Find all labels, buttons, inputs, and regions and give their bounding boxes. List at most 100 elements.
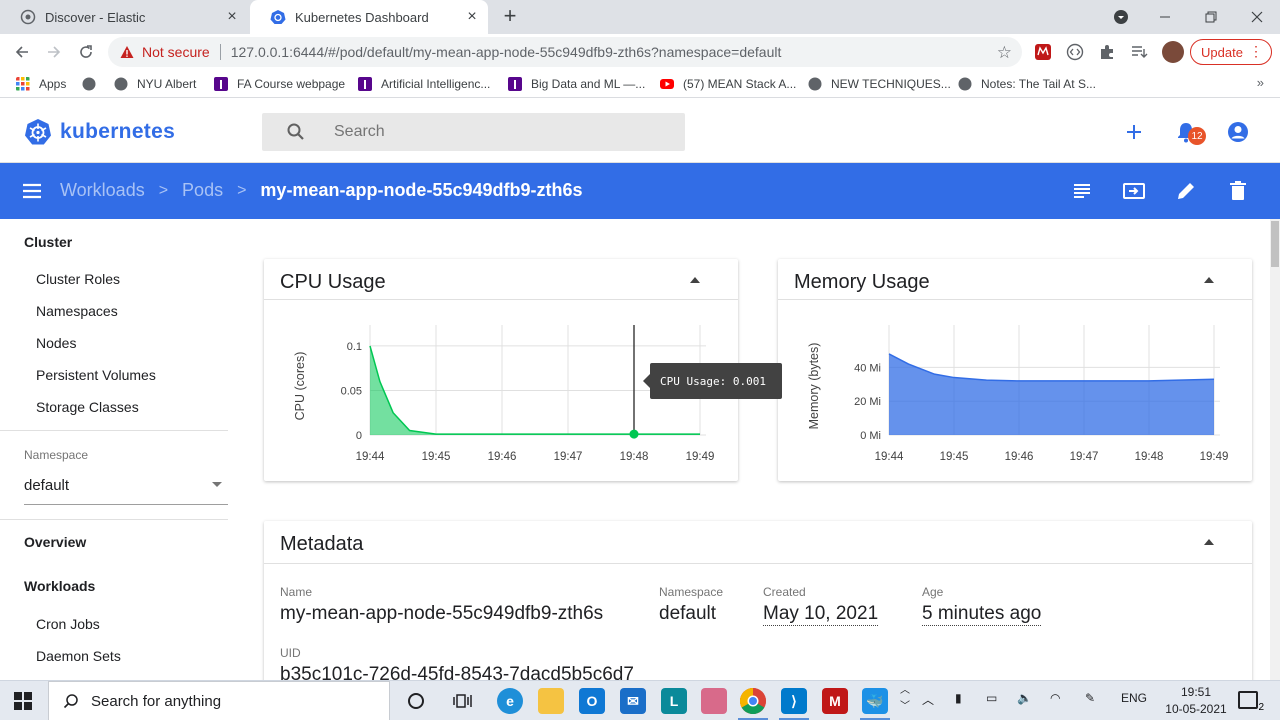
bookmark-apps[interactable]: Apps [16, 75, 66, 93]
kubernetes-logo[interactable]: kubernetes [24, 118, 175, 146]
more-bookmarks-icon[interactable]: » [1257, 75, 1264, 90]
globe-icon [958, 77, 972, 91]
bookmark-big-data[interactable]: Big Data and ML —... [508, 75, 645, 93]
bookmark-fa-course[interactable]: FA Course webpage [214, 75, 345, 93]
edit-pencil-icon[interactable] [1174, 179, 1198, 203]
sidebar-item-storage-classes[interactable]: Storage Classes [36, 399, 139, 415]
mcafee-extension-icon[interactable] [1034, 43, 1052, 61]
collapse-arrow-icon[interactable] [1204, 539, 1214, 545]
bookmark-label: Artificial Intelligenc... [381, 77, 491, 91]
age-value[interactable]: 5 minutes ago [922, 603, 1042, 626]
language-indicator[interactable]: ENG [1121, 691, 1147, 705]
logs-icon[interactable] [1070, 179, 1094, 203]
sidebar-item-nodes[interactable]: Nodes [36, 335, 76, 351]
search-bar[interactable] [262, 113, 685, 151]
minimize-icon[interactable] [1142, 0, 1188, 34]
profile-dropdown-icon[interactable] [1098, 0, 1144, 34]
tab-kubernetes-dashboard[interactable]: Kubernetes Dashboard × [250, 0, 488, 34]
new-tab-button[interactable]: + [498, 5, 522, 29]
taskbar-search[interactable]: Search for anything [48, 681, 390, 720]
x-tick-label: 19:48 [1135, 451, 1164, 463]
namespace-select[interactable]: default [24, 477, 228, 505]
age-label: Age [922, 585, 944, 599]
sidebar-divider [0, 519, 228, 520]
tab-discover-elastic[interactable]: Discover - Elastic × [0, 0, 248, 34]
volume-icon[interactable]: 🔈 [1017, 691, 1032, 705]
mail-icon[interactable]: ✉ [620, 688, 646, 714]
search-input[interactable] [334, 123, 654, 141]
outlook-icon[interactable]: O [579, 688, 605, 714]
cortana-icon[interactable] [403, 688, 429, 714]
bookmark-mean-stack[interactable]: (57) MEAN Stack A... [660, 75, 796, 93]
show-hidden-icons[interactable]: ︿ [922, 691, 934, 708]
forward-icon[interactable] [42, 40, 66, 64]
sidebar-item-persistent-volumes[interactable]: Persistent Volumes [36, 367, 156, 383]
collapse-arrow-icon[interactable] [690, 277, 700, 283]
x-tick-label: 19:46 [488, 451, 517, 463]
sidebar-item-namespaces[interactable]: Namespaces [36, 303, 118, 319]
bookmark-label: Apps [39, 77, 67, 91]
hamburger-menu-icon[interactable] [20, 179, 44, 203]
vscode-icon[interactable]: ⟩ [781, 688, 807, 714]
scroll-arrows-icon[interactable]: ︿ ﹀ [900, 683, 910, 715]
url-text[interactable]: 127.0.0.1:6444/#/pod/default/my-mean-app… [231, 44, 782, 60]
page-scrollbar[interactable] [1270, 219, 1280, 680]
restore-icon[interactable] [1188, 0, 1234, 34]
close-tab-icon[interactable]: × [464, 9, 480, 25]
breadcrumb-workloads[interactable]: Workloads [60, 180, 145, 201]
x-tick-label: 19:44 [356, 451, 385, 463]
edge-browser-icon[interactable]: e [497, 688, 523, 714]
battery-icon[interactable]: ▭ [986, 691, 997, 705]
not-secure-label[interactable]: Not secure [142, 44, 210, 60]
reading-list-icon[interactable] [1130, 43, 1148, 61]
bookmark-new-techniques[interactable]: NEW TECHNIQUES... [808, 75, 951, 93]
sidebar-heading-cluster[interactable]: Cluster [24, 234, 72, 250]
breadcrumb: Workloads > Pods > my-mean-app-node-55c9… [60, 180, 583, 201]
wifi-icon[interactable]: ◠ [1050, 691, 1060, 705]
code-extension-icon[interactable] [1066, 43, 1084, 61]
task-view-icon[interactable] [450, 688, 476, 714]
sidebar-item-cluster-roles[interactable]: Cluster Roles [36, 271, 120, 287]
y-tick-label: 0.05 [341, 385, 362, 397]
sidebar-item-daemon-sets[interactable]: Daemon Sets [36, 648, 121, 664]
bookmark-ai[interactable]: Artificial Intelligenc... [358, 75, 490, 93]
create-plus-icon[interactable] [1122, 120, 1146, 144]
sidebar-heading-workloads[interactable]: Workloads [24, 578, 95, 594]
bookmark-nyu-albert[interactable]: NYU Albert [114, 75, 196, 93]
mcafee-icon[interactable]: M [822, 688, 848, 714]
sidebar-item-overview[interactable]: Overview [24, 534, 86, 550]
bookmark-star-icon[interactable]: ☆ [997, 43, 1012, 63]
pen-icon[interactable]: ✎ [1085, 691, 1095, 705]
chrome-profile-avatar[interactable] [1162, 41, 1184, 63]
l-app-icon[interactable]: L [661, 688, 687, 714]
breadcrumb-pods[interactable]: Pods [182, 180, 223, 201]
microphone-icon[interactable]: ▮ [955, 691, 962, 705]
system-clock[interactable]: 19:51 10-05-2021 [1160, 684, 1232, 718]
extensions-puzzle-icon[interactable] [1098, 43, 1116, 61]
close-tab-icon[interactable]: × [224, 9, 240, 25]
created-value[interactable]: May 10, 2021 [763, 603, 879, 626]
game-app-icon[interactable] [701, 688, 727, 714]
uid-label: UID [280, 646, 301, 660]
update-button[interactable]: Update ⋮ [1190, 39, 1272, 65]
sidebar-item-cron-jobs[interactable]: Cron Jobs [36, 616, 100, 632]
bookmark-globe[interactable] [82, 75, 105, 93]
delete-trash-icon[interactable] [1226, 179, 1250, 203]
file-explorer-icon[interactable] [538, 688, 564, 714]
address-bar[interactable]: Not secure 127.0.0.1:6444/#/pod/default/… [108, 37, 1022, 67]
bookmark-notes[interactable]: Notes: The Tail At S... [958, 75, 1096, 93]
account-circle-icon[interactable] [1226, 120, 1250, 144]
docker-icon[interactable]: 🐳 [862, 688, 888, 714]
collapse-arrow-icon[interactable] [1204, 277, 1214, 283]
windows-start-icon[interactable] [14, 692, 32, 710]
y-axis-label: Memory (bytes) [807, 343, 821, 430]
close-window-icon[interactable] [1234, 0, 1280, 34]
exec-shell-icon[interactable] [1122, 179, 1146, 203]
x-tick-label: 19:44 [875, 451, 904, 463]
chrome-icon[interactable] [740, 688, 766, 714]
scrollbar-thumb[interactable] [1271, 221, 1279, 267]
action-center-icon[interactable]: 2 [1238, 691, 1264, 713]
y-axis-label: CPU (cores) [293, 352, 307, 421]
reload-icon[interactable] [74, 40, 98, 64]
back-icon[interactable] [10, 40, 34, 64]
